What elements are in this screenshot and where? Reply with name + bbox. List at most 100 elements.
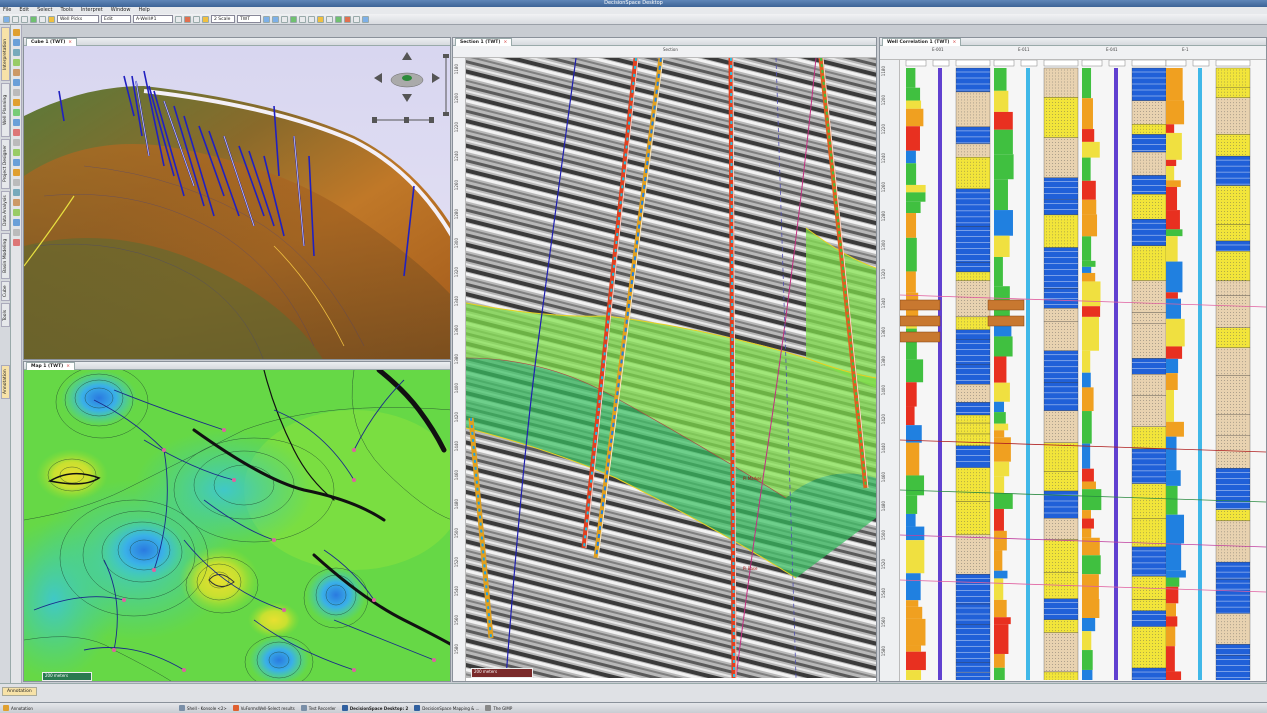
contour-map[interactable] bbox=[24, 370, 450, 681]
correlation-canvas[interactable]: E-001 E-011 E-041 E-1 1180 1200 1220 1240 12… bbox=[880, 46, 1266, 681]
menu-edit[interactable]: Edit bbox=[19, 7, 29, 14]
chart-icon[interactable] bbox=[13, 149, 20, 156]
gr-curve-segment bbox=[1166, 100, 1185, 125]
map-panel-tab[interactable]: Map 1 (TWT) × bbox=[26, 362, 75, 370]
menu-interpret[interactable]: Interpret bbox=[81, 7, 103, 14]
pencil-icon[interactable] bbox=[48, 15, 55, 23]
taskbar-item-gimp[interactable]: The GIMP bbox=[485, 705, 512, 711]
grid-icon[interactable] bbox=[13, 79, 20, 86]
eye-icon[interactable] bbox=[13, 179, 20, 186]
map-icon[interactable] bbox=[13, 109, 20, 116]
scale-field[interactable]: 2 Scale bbox=[211, 15, 235, 23]
flag-icon[interactable] bbox=[344, 15, 351, 23]
check-icon[interactable] bbox=[335, 15, 342, 23]
edit-select[interactable]: Edit bbox=[101, 15, 131, 23]
pick-icon[interactable] bbox=[184, 15, 191, 23]
help-icon[interactable] bbox=[362, 15, 369, 23]
correlation-panel-tab[interactable]: Well Correlation 1 (TWT) × bbox=[882, 38, 962, 46]
forward-icon[interactable] bbox=[272, 15, 279, 23]
taskbar-item-select-results[interactable]: VuFormsWell-Select results bbox=[232, 705, 295, 711]
taskbar-item-test-recorder[interactable]: Test Recorder bbox=[300, 705, 336, 711]
globe-icon[interactable] bbox=[13, 209, 20, 216]
taskbar-item-mapping[interactable]: DecisionSpace Mapping & ... bbox=[414, 705, 479, 711]
table-icon[interactable] bbox=[13, 159, 20, 166]
gr-curve-segment bbox=[1166, 389, 1175, 422]
gr-curve-segment bbox=[994, 624, 1009, 654]
menu-file[interactable]: File bbox=[3, 7, 11, 14]
taskbar-item-decisionspace[interactable]: DecisionSpace Desktop: 2 bbox=[341, 705, 408, 711]
menu-tools[interactable]: Tools bbox=[61, 7, 73, 14]
axis-tick-label: 1460 bbox=[881, 472, 886, 483]
open-icon[interactable] bbox=[3, 15, 10, 23]
grid-icon[interactable] bbox=[326, 15, 333, 23]
play-icon[interactable] bbox=[290, 15, 297, 23]
tab-well-planning[interactable]: Well Planning bbox=[1, 83, 10, 137]
select-icon[interactable] bbox=[39, 15, 46, 23]
cube-3d-scene[interactable] bbox=[24, 46, 450, 359]
polygon-icon[interactable] bbox=[13, 99, 20, 106]
section-canvas[interactable]: Section 1180 1200 1220 1240 1260 1280 1300 1320… bbox=[453, 46, 876, 681]
filter-icon[interactable] bbox=[13, 139, 20, 146]
fault-icon[interactable] bbox=[13, 69, 20, 76]
close-icon[interactable]: × bbox=[66, 364, 70, 369]
layers-icon[interactable] bbox=[308, 15, 315, 23]
lithology-interval bbox=[1043, 598, 1079, 620]
gr-curve-segment bbox=[994, 68, 1007, 91]
export-icon[interactable] bbox=[13, 219, 20, 226]
tab-tools[interactable]: Tools bbox=[1, 303, 10, 327]
lithology-interval bbox=[955, 271, 991, 281]
status-tab-annotation[interactable]: Annotation bbox=[2, 687, 37, 696]
print-icon[interactable] bbox=[21, 15, 28, 23]
pick-icon[interactable] bbox=[13, 129, 20, 136]
correlation-tracks[interactable] bbox=[900, 60, 1266, 680]
tab-basin-modeling[interactable]: Basin Modeling bbox=[1, 233, 10, 279]
cube-icon[interactable] bbox=[13, 119, 20, 126]
close-icon[interactable]: × bbox=[952, 40, 956, 45]
stop-icon[interactable] bbox=[299, 15, 306, 23]
cube-3d-view[interactable] bbox=[24, 46, 450, 359]
taskbar-item-konsole[interactable]: Shell - Konsole <2> bbox=[178, 705, 227, 711]
ruler-icon[interactable] bbox=[13, 89, 20, 96]
status-bar: Annotation bbox=[0, 683, 1267, 702]
back-icon[interactable] bbox=[263, 15, 270, 23]
zoom-icon[interactable] bbox=[193, 15, 200, 23]
gr-curve-segment bbox=[906, 87, 921, 101]
gr-curve-segment bbox=[1166, 485, 1178, 515]
map-canvas[interactable]: 200 meters bbox=[24, 370, 450, 681]
well-icon[interactable] bbox=[13, 39, 20, 46]
taskbar-item-annotation[interactable]: Annotation bbox=[3, 705, 33, 711]
close-icon[interactable]: × bbox=[68, 40, 72, 45]
folder-icon[interactable] bbox=[13, 29, 20, 36]
cursor-icon[interactable] bbox=[175, 15, 182, 23]
tab-cube[interactable]: Cube bbox=[1, 281, 10, 301]
delete-icon[interactable] bbox=[13, 239, 20, 246]
tab-interpretation[interactable]: Interpretation bbox=[1, 27, 10, 81]
gr-curve-segment bbox=[994, 256, 1003, 287]
horizon-icon[interactable] bbox=[13, 59, 20, 66]
layer-icon[interactable] bbox=[13, 189, 20, 196]
axis-tick-label: 1440 bbox=[881, 443, 886, 454]
tab-annotation[interactable]: Annotation bbox=[1, 365, 10, 399]
seismic-icon[interactable] bbox=[13, 49, 20, 56]
menu-help[interactable]: Help bbox=[138, 7, 149, 14]
close-icon[interactable]: × bbox=[503, 40, 507, 45]
picks-select[interactable]: Well Picks bbox=[57, 15, 99, 23]
save-icon[interactable] bbox=[12, 15, 19, 23]
sun-icon[interactable] bbox=[202, 15, 209, 23]
settings-icon[interactable] bbox=[353, 15, 360, 23]
import-icon[interactable] bbox=[13, 229, 20, 236]
seismic-section[interactable] bbox=[466, 58, 876, 678]
refresh-icon[interactable] bbox=[30, 15, 37, 23]
section-panel-tab[interactable]: Section 1 (TWT) × bbox=[455, 38, 513, 46]
tab-project-designer[interactable]: Project Designer bbox=[1, 139, 10, 189]
menu-select[interactable]: Select bbox=[37, 7, 52, 14]
home-icon[interactable] bbox=[281, 15, 288, 23]
star-icon[interactable] bbox=[13, 169, 20, 176]
tools-icon[interactable] bbox=[317, 15, 324, 23]
cube-panel-tab[interactable]: Cube 1 (TWT) × bbox=[26, 38, 78, 46]
menu-window[interactable]: Window bbox=[111, 7, 131, 14]
well-select[interactable]: A-Well#1 bbox=[133, 15, 173, 23]
domain-select[interactable]: TWT bbox=[237, 15, 261, 23]
tab-data-analysis[interactable]: Data Analysis bbox=[1, 191, 10, 231]
brush-icon[interactable] bbox=[13, 199, 20, 206]
